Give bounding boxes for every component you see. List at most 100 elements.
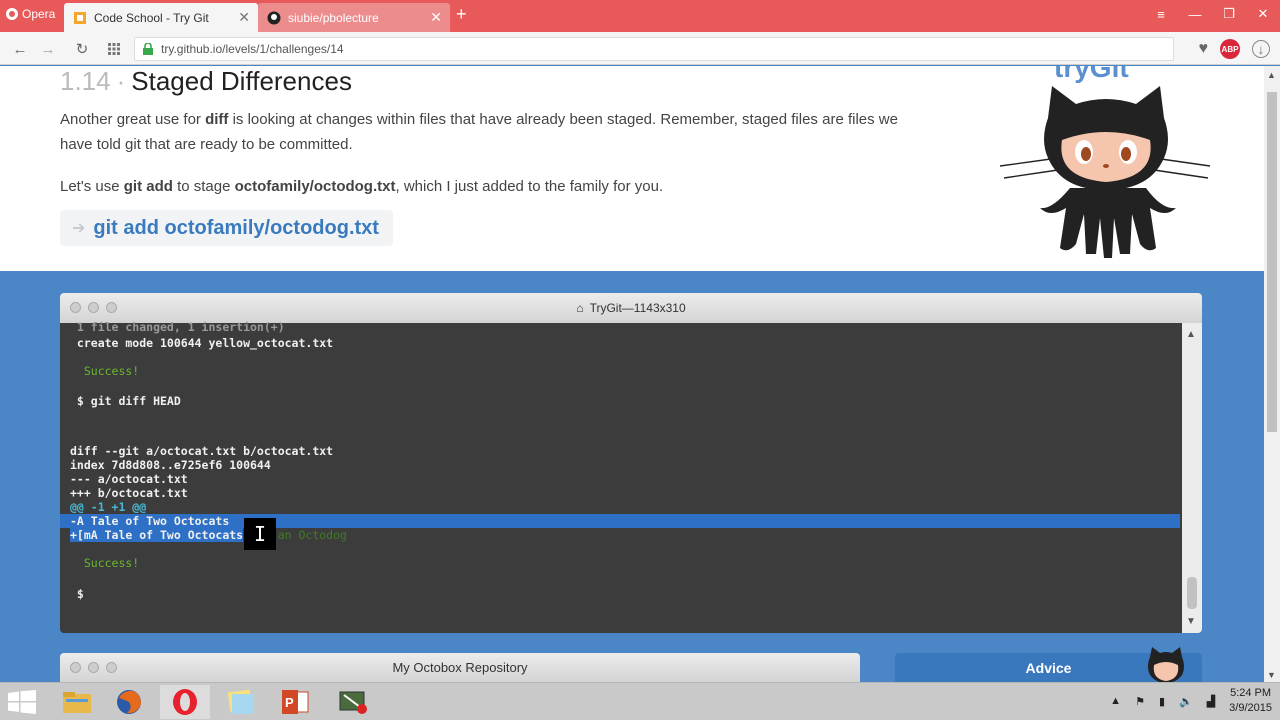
challenge-heading: 1.14 · Staged Differences [60,66,352,97]
toolbar-extensions: ♥ ABP ↓ [1199,39,1270,59]
windows-taskbar: P ▲ ⚑ ▮ 🔈 ▟ 5:24 PM 3/9/2015 [0,682,1280,720]
close-dot-icon[interactable] [70,302,81,313]
url-text: try.github.io/levels/1/challenges/14 [161,42,344,56]
close-window-icon[interactable]: ✕ [1246,0,1280,28]
restore-icon[interactable]: ❐ [1212,0,1246,28]
page-scrollbar[interactable]: ▲ ▼ [1264,66,1280,682]
tab-menu-icon[interactable]: ≡ [1144,0,1178,28]
heading-separator: · [116,66,126,96]
powerpoint-icon[interactable]: P [270,685,320,719]
text-bold-git-add: git add [123,178,173,195]
taskbar-clock[interactable]: 5:24 PM 3/9/2015 [1229,686,1272,716]
close-tab-icon[interactable]: ✕ [430,9,442,26]
diff-removed-line-selected[interactable]: -A Tale of Two Octocats [60,514,1180,528]
lesson-paragraph-2: Let's use git add to stage octofamily/oc… [60,174,920,199]
speed-dial-grid-icon[interactable] [104,39,124,59]
terminal-output[interactable]: 1 file changed, 1 insertion(+) create mo… [60,320,1180,633]
close-tab-icon[interactable]: ✕ [238,9,250,26]
recording-app-icon[interactable] [328,685,378,719]
scrollbar-thumb[interactable] [1267,92,1277,432]
zoom-dot-icon[interactable] [106,302,117,313]
clock-date: 3/9/2015 [1229,702,1272,714]
download-icon[interactable]: ↓ [1252,40,1270,58]
browser-tab-bar: Opera Code School - Try Git ✕ siubie/pbo… [0,0,1280,32]
code-school-favicon-icon [72,10,88,26]
url-input[interactable]: try.github.io/levels/1/challenges/14 [134,37,1174,61]
minimize-dot-icon[interactable] [88,662,99,673]
opera-logo-icon [6,8,18,20]
text-segment: to stage [172,178,235,195]
octobox-title: My Octobox Repository [392,660,528,675]
minimize-icon[interactable]: — [1178,0,1212,28]
suggested-command-button[interactable]: ➔ git add octofamily/octodog.txt [60,210,393,246]
forward-icon[interactable]: → [38,39,58,59]
window-controls: ≡ — ❐ ✕ [1144,0,1280,28]
minimize-dot-icon[interactable] [88,302,99,313]
windows-start-icon[interactable] [8,690,36,714]
svg-text:P: P [285,695,294,710]
scroll-up-icon[interactable]: ▲ [1186,329,1196,340]
scrollbar-thumb[interactable] [1187,577,1197,609]
terminal-prompt[interactable]: $ [70,587,84,601]
diff-added-line[interactable]: +[mA Tale of Two Octocats and an Octodog [70,528,347,542]
terminal-scrollbar[interactable]: ▲ ▼ [1182,323,1202,633]
home-icon: ⌂ [576,301,584,315]
github-favicon-icon [266,10,282,26]
opera-menu-label: Opera [22,7,56,21]
terminal-prompt-line: $ git diff HEAD [70,394,181,408]
volume-icon[interactable]: 🔈 [1179,695,1193,708]
adblock-plus-icon[interactable]: ABP [1220,39,1240,59]
advice-title: Advice [1025,659,1072,676]
advice-panel-header[interactable]: Advice [895,647,1202,682]
reload-icon[interactable]: ↻ [72,39,92,59]
network-signal-icon[interactable]: ▟ [1207,695,1215,708]
terminal-title: TryGit—1143x310 [589,301,686,315]
new-tab-button[interactable]: + [456,4,467,25]
terminal-line: 1 file changed, 1 insertion(+) [70,320,285,334]
lesson-paragraph-1: Another great use for diff is looking at… [60,107,920,157]
terminal-line: --- a/octocat.txt [70,472,188,486]
tab-title: Code School - Try Git [94,10,209,25]
back-icon[interactable]: ← [10,39,30,59]
window-buttons [70,302,117,313]
terminal-title-bar: ⌂ TryGit—1143x310 [60,293,1202,323]
text-bold-diff: diff [205,111,229,128]
opera-menu-button[interactable]: Opera [0,0,62,28]
address-bar: ← → ↻ try.github.io/levels/1/challenges/… [0,32,1280,65]
tab-github-repo[interactable]: siubie/pbolecture ✕ [258,3,450,32]
opera-taskbar-icon[interactable] [160,685,210,719]
terminal-window: ⌂ TryGit—1143x310 1 file changed, 1 inse… [60,293,1202,633]
diff-hunk-header: @@ -1 +1 @@ [70,500,147,514]
system-tray: ▲ ⚑ ▮ 🔈 ▟ 5:24 PM 3/9/2015 [1110,686,1272,716]
window-buttons [70,662,117,673]
text-cursor-icon: I [244,518,276,550]
challenge-number: 1.14 [60,66,111,96]
terminal-line: index 7d8d808..e725ef6 100644 [70,458,271,472]
tray-expand-icon[interactable]: ▲ [1110,695,1121,707]
close-dot-icon[interactable] [70,662,81,673]
scroll-up-icon[interactable]: ▲ [1267,70,1276,80]
scroll-down-icon[interactable]: ▼ [1267,670,1276,680]
battery-icon[interactable]: ▮ [1159,695,1165,708]
bookmark-heart-icon[interactable]: ♥ [1199,40,1209,58]
octocat-mascot-icon [1000,86,1211,258]
scroll-down-icon[interactable]: ▼ [1186,616,1196,627]
sticky-notes-icon[interactable] [216,685,266,719]
suggested-command-text: git add octofamily/octodog.txt [93,216,379,239]
file-explorer-icon[interactable] [52,685,102,719]
tab-code-school[interactable]: Code School - Try Git ✕ [64,3,258,32]
secure-lock-icon [143,42,153,55]
terminal-line: +++ b/octocat.txt [70,486,188,500]
terminal-line: diff --git a/octocat.txt b/octocat.txt [70,444,334,458]
challenge-title: Staged Differences [131,66,352,96]
web-page: 1.14 · Staged Differences Another great us… [0,66,1264,682]
action-center-flag-icon[interactable]: ⚑ [1135,695,1145,708]
clock-time: 5:24 PM [1230,687,1272,699]
text-segment: , which I just added to the family for y… [395,178,664,195]
success-message: Success! [70,556,140,570]
firefox-icon[interactable] [104,685,154,719]
zoom-dot-icon[interactable] [106,662,117,673]
selected-text: +[mA Tale of Two Octocats [70,528,244,542]
text-segment: Another great use for [60,111,206,128]
text-bold-filename: octofamily/octodog.txt [234,178,396,195]
